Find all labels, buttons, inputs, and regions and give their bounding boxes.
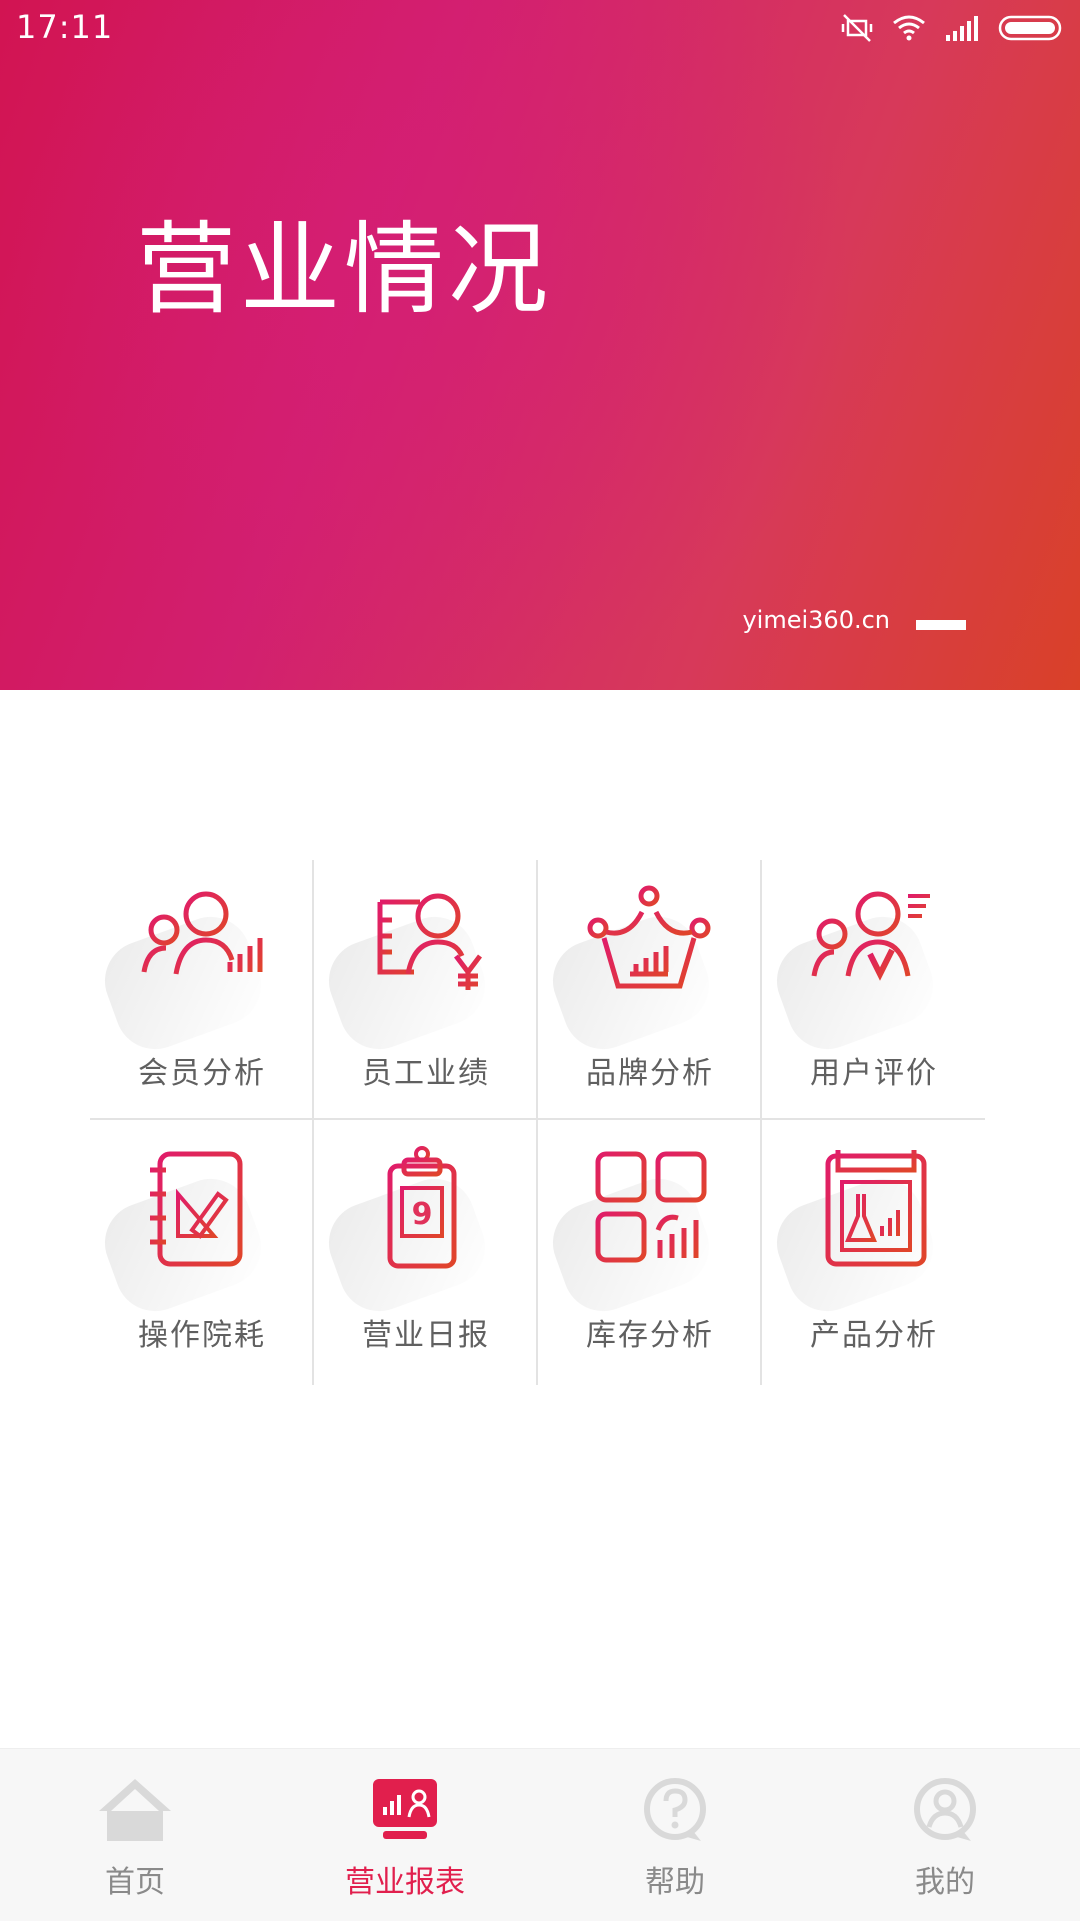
tile-user-review[interactable]: 用户评价 [762,860,986,1118]
tile-inventory-analysis[interactable]: 库存分析 [538,1122,762,1380]
carousel-indicator[interactable] [916,620,966,630]
operation-consumption-icon [150,1151,243,1267]
status-icons [840,10,1064,46]
home-icon [99,1779,171,1841]
brand-analysis-icon [587,885,711,989]
user-review-icon [811,891,930,981]
signal-icon [944,15,980,41]
profile-icon [914,1778,976,1841]
nav-item-profile[interactable]: 我的 [810,1749,1080,1921]
nav-item-home[interactable]: 首页 [0,1749,270,1921]
tile-label: 用户评价 [810,1056,938,1091]
status-time: 17:11 [16,8,114,46]
tile-product-analysis[interactable]: 产品分析 [762,1122,986,1380]
tile-label: 库存分析 [586,1318,714,1353]
nav-label: 首页 [105,1865,165,1900]
mute-vibrate-icon [840,13,874,43]
report-icon [373,1779,437,1839]
nav-label: 帮助 [645,1865,705,1900]
tile-label: 操作院耗 [138,1318,266,1353]
daily-report-icon: 9 [387,1146,457,1269]
nav-item-help[interactable]: 帮助 [540,1749,810,1921]
members-analysis-icon [141,891,263,977]
bottom-nav: 首页 营业报表 帮助 我的 [0,1748,1080,1921]
nav-item-report[interactable]: 营业报表 [270,1749,540,1921]
tile-employee-performance[interactable]: 员工业绩 [314,860,538,1118]
help-icon [644,1778,706,1841]
tile-label: 员工业绩 [362,1056,490,1091]
banner-url: yimei360.cn [742,606,890,634]
tile-label: 品牌分析 [586,1056,714,1091]
employee-performance-icon [377,893,482,990]
tile-label: 会员分析 [138,1056,266,1091]
banner: 17:11 营业情况 yimei360.cn [0,0,1080,690]
tile-label: 产品分析 [810,1318,938,1353]
status-bar: 17:11 [0,0,1080,56]
product-analysis-icon [825,1150,927,1267]
feature-grid: 会员分析 员工业绩 品牌分析 用户评价 操作院耗 9 营业日报 库存分析 产品分… [90,860,990,1385]
tile-daily-report[interactable]: 9 营业日报 [314,1122,538,1380]
svg-text:9: 9 [412,1197,433,1232]
wifi-icon [892,14,926,42]
battery-icon [998,14,1064,42]
tile-members-analysis[interactable]: 会员分析 [90,860,314,1118]
tile-label: 营业日报 [362,1318,490,1353]
tile-brand-analysis[interactable]: 品牌分析 [538,860,762,1118]
banner-title: 营业情况 [136,211,552,328]
tile-operation-consumption[interactable]: 操作院耗 [90,1122,314,1380]
inventory-analysis-icon [595,1151,707,1263]
nav-label: 营业报表 [345,1865,465,1900]
nav-label: 我的 [915,1865,975,1900]
